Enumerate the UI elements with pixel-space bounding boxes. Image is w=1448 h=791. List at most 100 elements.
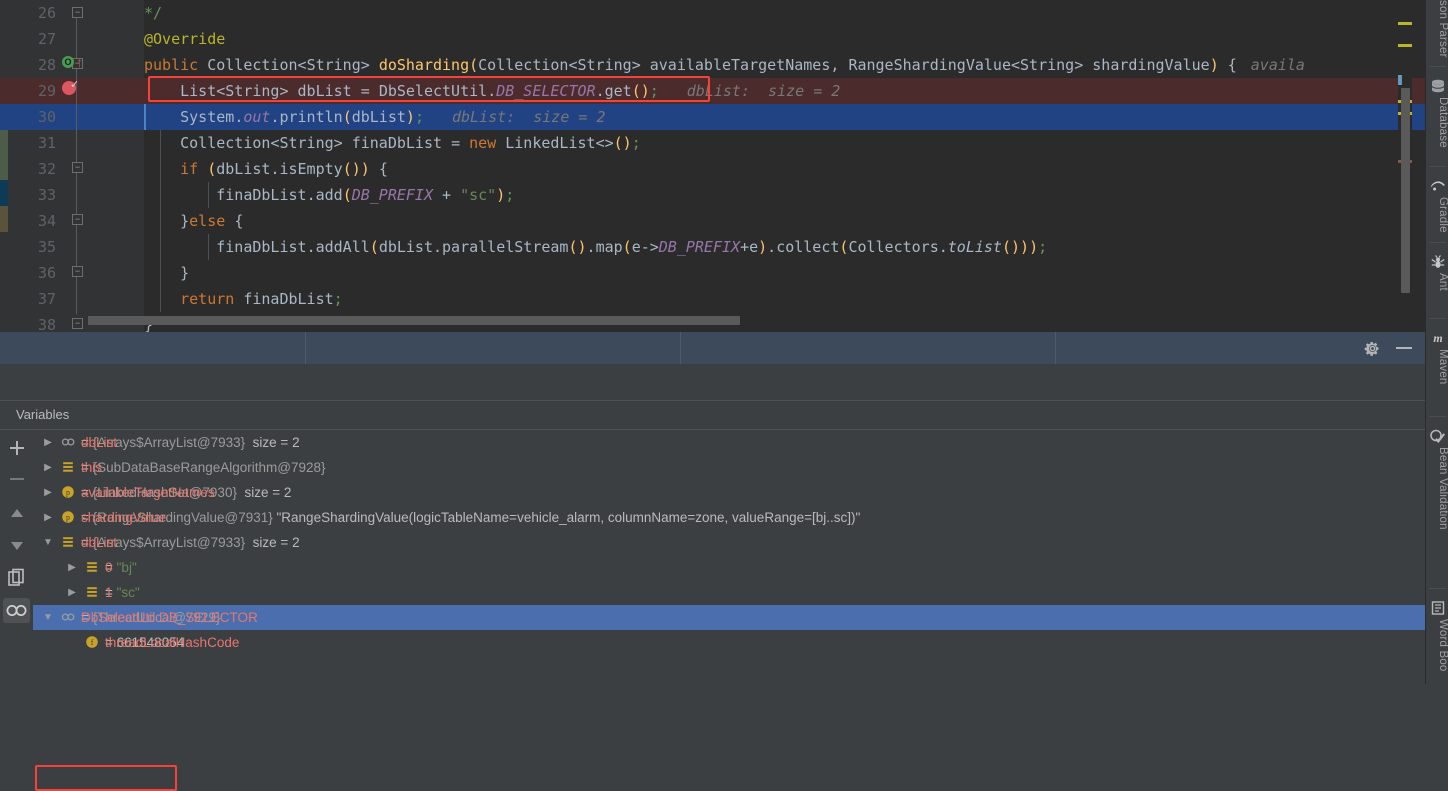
word-book-icon <box>1431 601 1444 615</box>
indent-guide <box>160 130 161 312</box>
tool-strip-separator <box>1429 242 1446 243</box>
editor-horizontal-scrollbar[interactable] <box>88 316 740 325</box>
code-line[interactable]: 32 if (dbList.isEmpty()) { <box>0 156 1425 182</box>
warning-marker[interactable] <box>1398 22 1412 25</box>
variable-row[interactable]: ▶ p shardingValue = {RangeShardingValue@79… <box>33 505 1425 530</box>
variable-row[interactable]: ▶ 1 = "sc" <box>33 580 1425 605</box>
tool-strip-separator <box>1429 66 1446 67</box>
right-tool-window-strip[interactable]: son Parser Database Gradle Ant m Maven Bean Va… <box>1425 0 1448 684</box>
line-text: System.out.println(dbList); dbList: size … <box>180 108 606 126</box>
ant-icon <box>1430 255 1445 268</box>
line-text: }else { <box>180 212 244 230</box>
tab-divider <box>680 332 681 364</box>
variable-row[interactable]: ▼ dbList = {Arrays$ArrayList@7933} size =… <box>33 530 1425 555</box>
variable-name: 1 <box>105 585 113 600</box>
tree-twisty-collapsed-icon[interactable]: ▶ <box>41 430 55 455</box>
tool-strip-separator <box>1429 588 1446 589</box>
code-line[interactable]: 35 finaDbList.addAll(dbList.parallelStre… <box>0 234 1425 260</box>
line-number: 28 <box>37 56 56 74</box>
code-lines[interactable]: 26 */ 27 @Override 28 public Collection<Strin… <box>0 0 1425 334</box>
tree-twisty-collapsed-icon[interactable]: ▶ <box>41 455 55 480</box>
watches-toggle[interactable] <box>3 598 30 623</box>
code-editor[interactable]: 26 */ 27 @Override 28 public Collection<Strin… <box>0 0 1425 334</box>
warning-marker[interactable] <box>1398 44 1412 47</box>
override-implements-icon[interactable]: O <box>62 56 74 68</box>
indent-guide <box>208 234 209 260</box>
code-line[interactable]: 30 System.out.println(dbList); dbList: si… <box>0 104 1425 130</box>
variable-value: "sc" <box>116 585 140 600</box>
debugger-toolbar[interactable] <box>0 364 1425 424</box>
line-number: 32 <box>37 160 56 178</box>
list-value-icon <box>87 562 97 572</box>
parameter-icon: p <box>62 511 74 523</box>
variable-row[interactable]: ▼ DbSelectUtil.DB_SELECTOR = {ThreadLocal… <box>33 605 1425 630</box>
code-line[interactable]: 37 return finaDbList; <box>0 286 1425 312</box>
variable-row[interactable]: f threadLocalHashCode = 661548054 <box>33 630 1425 655</box>
code-line[interactable]: 31 Collection<String> finaDbList = new L… <box>0 130 1425 156</box>
tool-window-label: Maven <box>1437 349 1448 385</box>
variable-size: size = 2 <box>245 535 300 550</box>
minimize-icon[interactable] <box>1396 347 1412 349</box>
tree-twisty-collapsed-icon[interactable]: ▶ <box>41 505 55 530</box>
tree-twisty-collapsed-icon[interactable]: ▶ <box>65 580 79 605</box>
tool-window-label: Database <box>1437 97 1448 148</box>
debugger-tabbar[interactable] <box>0 332 1425 364</box>
line-text: finaDbList.addAll(dbList.parallelStream(… <box>216 238 1048 256</box>
variable-name: dbList <box>81 435 118 450</box>
variables-tree[interactable]: ▶ dbList = {Arrays$ArrayList@7933} size =… <box>33 430 1425 684</box>
code-line[interactable]: 33 finaDbList.add(DB_PREFIX + "sc"); <box>0 182 1425 208</box>
line-number: 27 <box>37 30 56 48</box>
variable-value: "RangeShardingValue(logicTableName=vehic… <box>272 510 861 525</box>
line-number: 31 <box>37 134 56 152</box>
line-text: return finaDbList; <box>180 290 343 308</box>
line-number: 36 <box>37 264 56 282</box>
variable-row[interactable]: ▶ 0 = "bj" <box>33 555 1425 580</box>
fold-collapse-icon[interactable]: − <box>72 162 83 173</box>
debugger-panel: Variables ▶ dbList = {Arrays$ArrayList@79… <box>0 332 1425 791</box>
fold-collapse-icon[interactable]: − <box>72 266 83 277</box>
line-text: finaDbList.add(DB_PREFIX + "sc"); <box>216 186 515 204</box>
variable-row[interactable]: ▶ dbList = {Arrays$ArrayList@7933} size =… <box>33 430 1425 455</box>
svg-text:p: p <box>66 513 70 522</box>
tree-twisty-expanded-icon[interactable]: ▼ <box>41 605 55 630</box>
code-line[interactable]: 29 List<String> dbList = DbSelectUtil.DB… <box>0 78 1425 104</box>
tree-twisty-collapsed-icon[interactable]: ▶ <box>65 555 79 580</box>
code-line[interactable]: 26 */ <box>0 0 1425 26</box>
remove-watch-icon[interactable] <box>5 467 29 491</box>
line-text: } <box>180 264 190 282</box>
move-down-icon[interactable] <box>5 533 29 557</box>
list-value-icon <box>63 537 73 547</box>
variable-row[interactable]: ▶ this = {SubDataBaseRangeAlgorithm@7928} <box>33 455 1425 480</box>
editor-vertical-scrollbar[interactable] <box>1401 88 1410 293</box>
code-line[interactable]: 27 @Override <box>0 26 1425 52</box>
tool-strip-separator <box>1429 318 1446 319</box>
fold-collapse-icon[interactable]: − <box>72 7 83 18</box>
variable-row[interactable]: ▶ p availableTargetNames = {LinkedHashSet@… <box>33 480 1425 505</box>
line-text: Collection<String> finaDbList = new Link… <box>180 134 641 152</box>
tree-twisty-collapsed-icon[interactable]: ▶ <box>41 480 55 505</box>
variables-title: Variables <box>16 407 70 422</box>
line-number: 35 <box>37 238 56 256</box>
variable-size: size = 2 <box>245 435 300 450</box>
tool-window-label: Gradle <box>1437 197 1448 233</box>
code-line[interactable]: 28 public Collection<String> doSharding(C… <box>0 52 1425 78</box>
copy-icon[interactable] <box>5 567 29 591</box>
watches-icon <box>6 605 27 616</box>
svg-text:m: m <box>1433 331 1442 345</box>
tool-window-label: Bean Validation <box>1437 447 1448 530</box>
gear-icon[interactable] <box>1364 340 1381 357</box>
fold-collapse-icon[interactable]: − <box>72 318 83 329</box>
line-text: */ <box>144 4 163 22</box>
move-up-icon[interactable] <box>5 502 29 526</box>
code-line[interactable]: 34 }else { <box>0 208 1425 234</box>
variable-name: 0 <box>105 560 113 575</box>
svg-text:p: p <box>66 488 70 497</box>
code-line[interactable]: 36 } <box>0 260 1425 286</box>
line-text: @Override <box>144 30 226 48</box>
gradle-icon <box>1430 181 1445 191</box>
fold-collapse-icon[interactable]: − <box>72 214 83 225</box>
add-watch-icon[interactable] <box>5 436 29 460</box>
tool-window-label: son Parser <box>1437 0 1448 58</box>
tree-twisty-expanded-icon[interactable]: ▼ <box>41 530 55 555</box>
variables-rail[interactable] <box>0 430 33 684</box>
